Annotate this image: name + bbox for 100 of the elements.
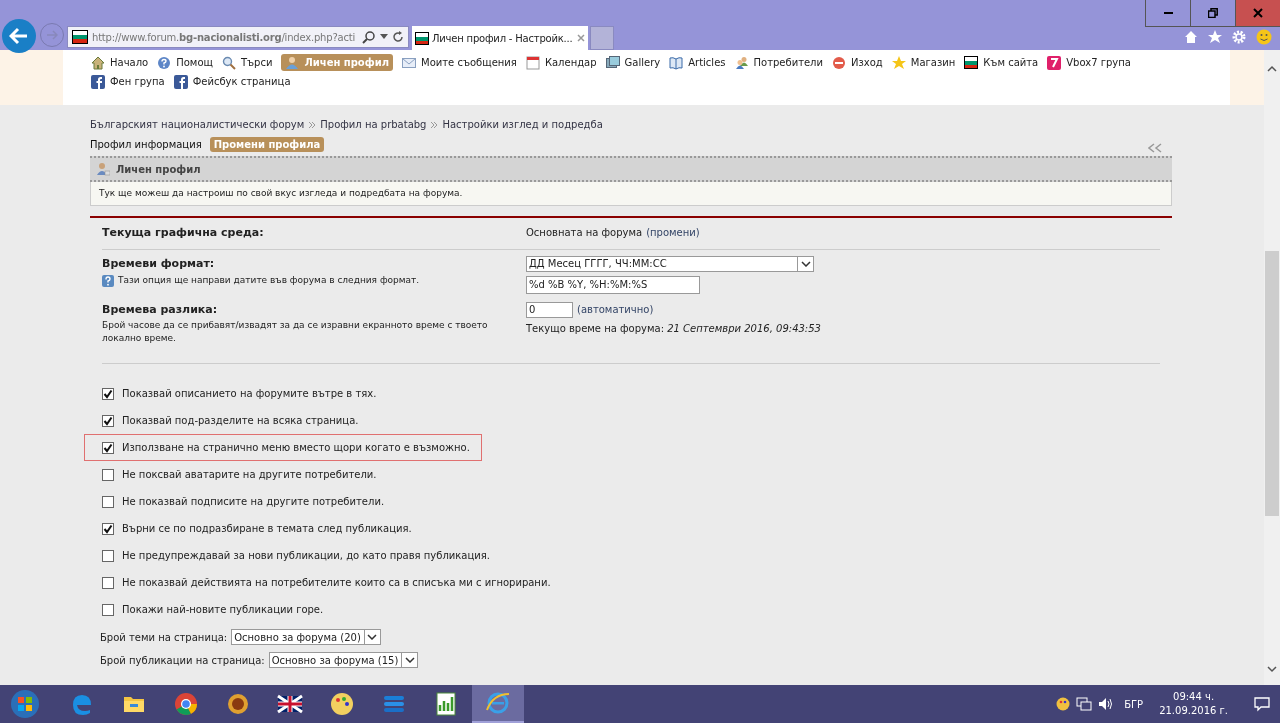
- close-icon[interactable]: [577, 34, 585, 42]
- nav-link[interactable]: Vbox7 група: [1047, 54, 1131, 71]
- nav-link[interactable]: Потребители: [734, 54, 823, 71]
- page-margin: [0, 50, 63, 105]
- nav-link[interactable]: Articles: [669, 54, 726, 71]
- checkbox[interactable]: [102, 468, 114, 481]
- restore-icon: [1208, 8, 1218, 18]
- user-icon: [285, 55, 300, 70]
- nav-link[interactable]: Фейсбук страница: [173, 73, 291, 90]
- checkbox[interactable]: [102, 414, 114, 427]
- nav-link[interactable]: Търси: [221, 54, 273, 71]
- setting-value: Основната на форума: [526, 226, 643, 240]
- chevron-down-icon[interactable]: [1267, 665, 1277, 673]
- flag-icon: [72, 30, 88, 44]
- section-title: Личен профил: [116, 162, 201, 177]
- chevron-down-icon: [367, 634, 378, 640]
- nav-link[interactable]: Фен група: [91, 73, 165, 90]
- breadcrumb-link[interactable]: Българският националистически форум: [90, 117, 305, 132]
- notifications-icon[interactable]: [1254, 696, 1270, 712]
- settings-icon[interactable]: [1232, 30, 1246, 44]
- home-icon[interactable]: [1184, 30, 1198, 44]
- search-icon: [221, 55, 236, 70]
- setting-label: Текуща графична среда:: [102, 225, 265, 241]
- envelope-icon: [402, 55, 416, 70]
- back-button[interactable]: [2, 19, 36, 53]
- book-icon: [669, 55, 684, 70]
- facebook-icon: [91, 74, 105, 89]
- offset-input[interactable]: 0: [526, 301, 573, 318]
- nav-link[interactable]: Помощ: [157, 54, 213, 71]
- nav-link[interactable]: Моите съобщения: [402, 54, 517, 71]
- clock[interactable]: 09:44 ч. 21.09.2016 г.: [1159, 690, 1228, 718]
- option-row[interactable]: Показвай под-разделите на всяка страница.: [84, 407, 482, 434]
- setting-help: Брой часове да се прибавят/извадят за да се изравни екранното време с твоето локално време.: [102, 319, 489, 345]
- dropdown[interactable]: Основно за форума (15): [268, 652, 419, 668]
- search-icon[interactable]: [362, 30, 376, 44]
- option-row[interactable]: Не поксвай аватарите на другите потребители.: [84, 461, 482, 488]
- arrow-icon: [46, 30, 58, 40]
- format-select[interactable]: ДД Месец ГГГГ, ЧЧ:ММ:СС: [526, 255, 814, 272]
- format-input[interactable]: %d %B %Y, %H:%M:%S: [526, 275, 700, 294]
- help-icon: [102, 274, 114, 287]
- select-label: Брой теми на страница:: [100, 630, 228, 645]
- calendar-icon: [525, 55, 540, 70]
- volume-icon[interactable]: [1098, 697, 1115, 711]
- nav-link[interactable]: Календар: [525, 54, 597, 71]
- chevron-down-icon: [800, 260, 811, 267]
- option-row[interactable]: Показвай описанието на форумите вътре в тях.: [84, 380, 482, 407]
- scrollbar-thumb[interactable]: [1265, 251, 1279, 516]
- setting-label: Времева разлика:: [102, 301, 219, 318]
- current-time-text: Текущо време на форума: 21 Септември 2016, 09:43:53: [526, 321, 821, 336]
- palette-icon[interactable]: [1056, 697, 1071, 711]
- flag-icon: [415, 31, 429, 45]
- minimize-icon: [1163, 12, 1173, 14]
- checkbox[interactable]: [102, 576, 114, 589]
- language-indicator[interactable]: БГР: [1124, 696, 1144, 712]
- gallery-icon: [605, 55, 620, 70]
- close-button[interactable]: [1235, 0, 1280, 27]
- address-bar[interactable]: http://www.forum.bg-nacionalisti.org/index.php?acti: [67, 26, 409, 48]
- chevron-up-icon[interactable]: [1267, 65, 1277, 73]
- breadcrumb-link[interactable]: Профил на prbatabg: [320, 117, 427, 132]
- browser-tab[interactable]: Личен профил - Настройк...: [412, 26, 588, 50]
- nav-link[interactable]: Изход: [832, 54, 883, 71]
- checkbox[interactable]: [102, 549, 114, 562]
- checkbox[interactable]: [102, 603, 114, 616]
- option-row[interactable]: Не показвай действията на потребителите които са в списъка ми с игнорирани.: [84, 569, 556, 596]
- network-icon[interactable]: [1076, 697, 1093, 711]
- star-icon[interactable]: [1208, 30, 1222, 44]
- nav-link[interactable]: Магазин: [891, 54, 956, 71]
- user-icon: [96, 162, 110, 176]
- users-icon: [734, 55, 749, 70]
- nav-link[interactable]: Начало: [91, 54, 149, 71]
- checkbox[interactable]: [102, 495, 114, 508]
- smiley-icon[interactable]: [1256, 29, 1272, 45]
- chart-icon: [433, 691, 459, 717]
- breadcrumb-link[interactable]: Настройки изглед и подредба: [442, 117, 603, 132]
- setting-help: Тази опция ще направи датите във форума в следния формат.: [118, 274, 420, 287]
- nav-link[interactable]: Към сайта: [964, 54, 1039, 71]
- option-row[interactable]: Покажи най-новите публикации горе.: [84, 596, 482, 623]
- option-row[interactable]: Използване на странично меню вместо щори когато е възможно.: [84, 434, 482, 461]
- setting-label: Времеви формат:: [102, 255, 216, 272]
- internet-explorer-icon: [485, 690, 511, 716]
- checkbox[interactable]: [102, 522, 114, 535]
- refresh-icon[interactable]: [392, 31, 404, 43]
- home-icon: [91, 55, 105, 70]
- change-link[interactable]: (промени): [646, 225, 700, 242]
- chrome-icon: [173, 691, 199, 717]
- profile-tab[interactable]: Профил информация: [90, 137, 202, 152]
- option-row[interactable]: Не предупреждавай за нови публикации, до като правя публикация.: [84, 542, 495, 569]
- option-row[interactable]: Върни се по подразбиране в темата след публикация.: [84, 515, 482, 542]
- scrollbar[interactable]: [1264, 50, 1280, 685]
- palette-icon: [329, 691, 355, 717]
- checkbox[interactable]: [102, 441, 114, 454]
- nav-link[interactable]: Gallery: [605, 54, 661, 71]
- dropdown[interactable]: Основно за форума (20): [231, 629, 381, 645]
- url-text: http://www.forum.bg-nacionalisti.org/index.php?acti: [92, 30, 356, 45]
- help-icon: [157, 55, 172, 70]
- checkbox[interactable]: [102, 387, 114, 400]
- chevron-icon: [431, 121, 438, 128]
- caret-icon[interactable]: [380, 34, 388, 40]
- automatic-link[interactable]: (автоматично): [577, 302, 654, 317]
- option-row[interactable]: Не показвай подписите на другите потребители.: [84, 488, 482, 515]
